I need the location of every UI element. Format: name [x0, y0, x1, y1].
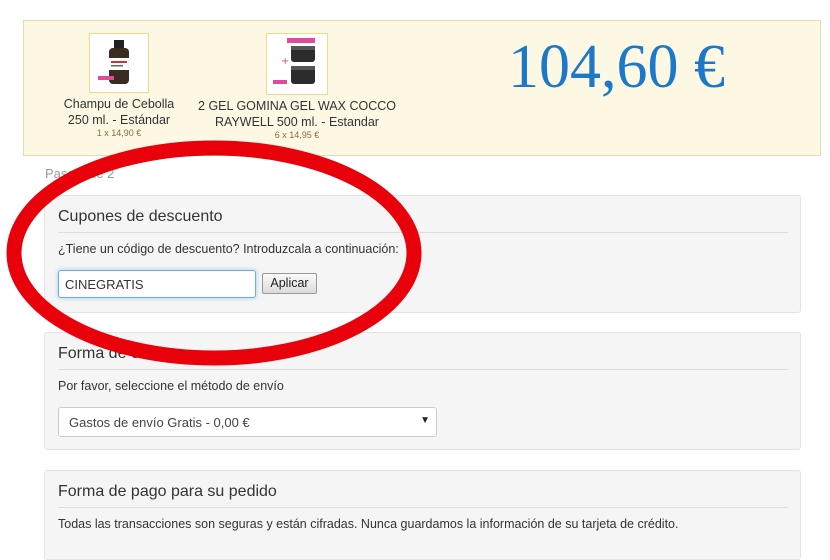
payment-title: Forma de pago para su pedido [58, 483, 788, 508]
product-name-line2[interactable]: RAYWELL 500 ml. - Estandar [192, 114, 402, 130]
shipping-panel: Forma de envío Por favor, seleccione el … [44, 332, 801, 450]
product-name-line2[interactable]: 250 ml. - Estándar [54, 112, 184, 128]
gel-jars-icon[interactable]: + [266, 33, 328, 95]
shipping-prompt: Por favor, seleccione el método de envío [58, 379, 284, 393]
apply-coupon-button[interactable]: Aplicar [262, 273, 317, 294]
coupon-title: Cupones de descuento [58, 208, 788, 233]
cart-product[interactable]: Champu de Cebolla 250 ml. - Estándar 1 x… [54, 33, 184, 139]
dropdown-arrow-icon: ▼ [420, 415, 430, 426]
product-price: 6 x 14,95 € [274, 130, 320, 140]
shipping-title: Forma de envío [58, 345, 788, 370]
payment-panel: Forma de pago para su pedido Todas las t… [44, 470, 801, 560]
product-name-line1[interactable]: Champu de Cebolla [54, 96, 184, 112]
cart-summary: Champu de Cebolla 250 ml. - Estándar 1 x… [23, 20, 821, 156]
coupon-prompt: ¿Tiene un código de descuento? Introduzc… [58, 242, 399, 256]
step-indicator: Paso 2 de 2 [45, 166, 115, 181]
coupon-code-input[interactable] [58, 270, 256, 298]
payment-security-note: Todas las transacciones son seguras y es… [58, 517, 679, 531]
cart-total: 104,60 € [508, 33, 725, 101]
cart-product[interactable]: + 2 GEL GOMINA GEL WAX COCCO RAYWELL 500… [192, 33, 402, 141]
shipping-selected-option: Gastos de envío Gratis - 0,00 € [69, 415, 250, 430]
svg-text:+: + [281, 56, 289, 67]
product-name-line1[interactable]: 2 GEL GOMINA GEL WAX COCCO [192, 98, 402, 114]
product-price: 1 x 14,90 € [96, 128, 142, 138]
coupon-panel: Cupones de descuento ¿Tiene un código de… [44, 195, 801, 313]
shampoo-bottle-icon[interactable] [89, 33, 149, 93]
shipping-method-select[interactable]: Gastos de envío Gratis - 0,00 € ▼ [58, 407, 437, 437]
